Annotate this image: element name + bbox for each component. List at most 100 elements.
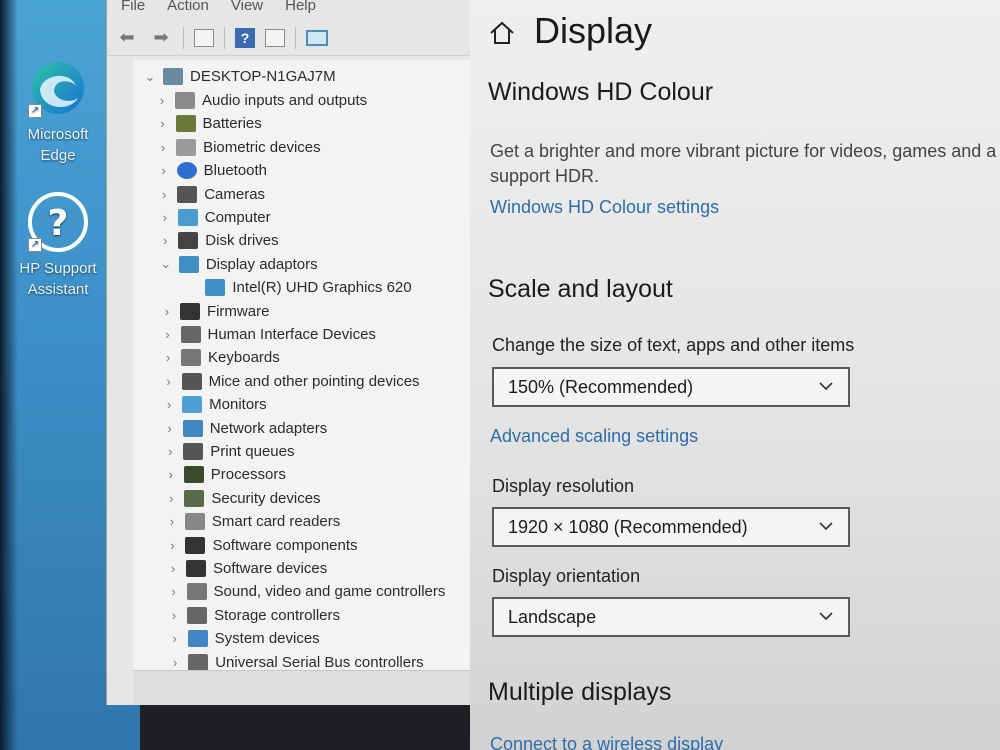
chevron-right-icon[interactable]: › — [167, 608, 181, 623]
help-icon[interactable]: ? — [235, 27, 255, 48]
device-manager-window: File Action View Help ⬅ ➡ ? ⌄ DESKTOP-N1… — [106, 0, 471, 705]
chevron-right-icon[interactable]: › — [158, 233, 172, 248]
help-question-icon: ? ↗ — [26, 190, 90, 254]
tree-root[interactable]: ⌄ DESKTOP-N1GAJ7M — [143, 65, 336, 88]
desktop-shortcut-edge[interactable]: ↗ Microsoft Edge — [10, 56, 106, 166]
desktop-shortcut-hp-support[interactable]: ? ↗ HP Support Assistant — [10, 190, 106, 300]
tree-category-item[interactable]: › Mice and other pointing devices — [162, 370, 420, 393]
tree-category-item[interactable]: › Software devices — [166, 557, 327, 580]
chevron-right-icon[interactable]: › — [158, 210, 172, 225]
wireless-display-link[interactable]: Connect to a wireless display — [490, 734, 723, 750]
tree-item-label: Human Interface Devices — [207, 326, 376, 343]
printer-icon — [183, 443, 204, 460]
chevron-right-icon[interactable]: › — [157, 187, 171, 202]
menu-help[interactable]: Help — [285, 0, 316, 18]
home-icon[interactable] — [488, 20, 516, 46]
tree-category-item[interactable]: › Smart card readers — [165, 510, 340, 533]
software-device-icon — [186, 560, 206, 577]
chevron-right-icon[interactable]: › — [164, 467, 178, 482]
chevron-right-icon[interactable]: › — [161, 350, 175, 365]
display-adapter-icon — [205, 279, 226, 297]
size-label: Change the size of text, apps and other … — [492, 335, 855, 355]
tree-category-item[interactable]: › Universal Serial Bus controllers — [168, 651, 424, 670]
tree-category-item[interactable]: › System devices — [168, 627, 320, 650]
hdr-description-line: Get a brighter and more vibrant picture … — [490, 141, 997, 161]
tree-category-item[interactable]: › Software components — [165, 534, 358, 557]
smart-card-icon — [184, 513, 205, 531]
tree-category-item[interactable]: › Processors — [164, 463, 286, 486]
tree-item-label: Audio inputs and outputs — [202, 92, 368, 109]
tree-item-label: Smart card readers — [211, 513, 341, 531]
tree-category-item[interactable]: › Audio inputs and outputs — [155, 89, 367, 112]
tree-category-item[interactable]: › Firmware — [160, 300, 269, 323]
menu-view[interactable]: View — [231, 0, 263, 18]
monitor-icon — [182, 396, 203, 414]
fingerprint-icon — [176, 138, 197, 156]
security-icon — [184, 489, 205, 507]
chevron-right-icon[interactable]: › — [167, 584, 181, 599]
chevron-right-icon[interactable]: › — [168, 655, 182, 670]
chevron-right-icon[interactable]: › — [168, 631, 182, 646]
tree-category-item[interactable]: ⌄ Display adaptors — [159, 253, 318, 276]
chevron-right-icon[interactable]: › — [162, 397, 176, 412]
tree-category-item[interactable]: › Keyboards — [161, 346, 280, 369]
chevron-right-icon[interactable]: › — [163, 444, 177, 459]
chevron-right-icon[interactable]: › — [165, 514, 179, 529]
tree-category-item[interactable]: › Security devices — [164, 487, 321, 510]
tree-category-item[interactable]: › Batteries — [156, 112, 262, 135]
chevron-right-icon[interactable]: › — [164, 491, 178, 506]
tree-item-label: Software components — [212, 536, 358, 554]
chevron-right-icon[interactable]: › — [162, 374, 176, 389]
tree-category-item[interactable]: › Network adapters — [163, 417, 327, 440]
chevron-right-icon[interactable]: › — [155, 93, 169, 108]
tree-category-item[interactable]: › Biometric devices — [156, 136, 321, 159]
chevron-right-icon[interactable]: › — [165, 538, 179, 553]
resolution-dropdown[interactable]: 1920 × 1080 (Recommended) — [492, 507, 850, 547]
tree-category-item[interactable]: › Cameras — [157, 183, 265, 206]
tree-category-item[interactable]: › Disk drives — [158, 229, 279, 252]
chevron-down-icon — [819, 382, 833, 391]
chevron-right-icon[interactable]: › — [163, 421, 177, 436]
chevron-down-icon[interactable]: ⌄ — [159, 256, 173, 272]
tree-category-item[interactable]: › Sound, video and game controllers — [167, 580, 446, 603]
tree-category-item[interactable]: › Human Interface Devices — [161, 323, 376, 346]
storage-icon — [187, 606, 208, 624]
tree-device-item[interactable]: Intel(R) UHD Graphics 620 — [205, 276, 412, 299]
device-tree: ⌄ DESKTOP-N1GAJ7M › Audio inputs and outp… — [133, 60, 471, 670]
status-bar — [133, 670, 471, 705]
monitor-icon[interactable] — [306, 29, 328, 46]
tree-category-item[interactable]: › Print queues — [163, 440, 294, 463]
chevron-right-icon[interactable]: › — [166, 561, 180, 576]
back-arrow-icon[interactable]: ⬅ — [115, 27, 139, 49]
chevron-right-icon[interactable]: › — [156, 116, 170, 131]
desktop-shortcut-label: HP Support Assistant — [19, 260, 97, 298]
tree-item-label: Intel(R) UHD Graphics 620 — [232, 279, 412, 297]
menu-file[interactable]: File — [121, 0, 145, 18]
tree-category-item[interactable]: › Monitors — [162, 393, 267, 416]
chevron-right-icon[interactable]: › — [161, 327, 175, 342]
tree-category-item[interactable]: › Computer — [158, 206, 271, 229]
advanced-scaling-link[interactable]: Advanced scaling settings — [490, 426, 698, 447]
details-icon[interactable] — [265, 28, 285, 47]
chevron-right-icon[interactable]: › — [160, 304, 174, 319]
menu-action[interactable]: Action — [167, 0, 209, 18]
scale-dropdown[interactable]: 150% (Recommended) — [492, 367, 850, 407]
chevron-right-icon[interactable]: › — [156, 140, 170, 155]
tree-item-label: Mice and other pointing devices — [208, 372, 420, 390]
chevron-down-icon[interactable]: ⌄ — [143, 69, 157, 85]
network-icon — [182, 419, 203, 437]
tree-item-label: Processors — [210, 466, 286, 484]
tree-item-label: Sound, video and game controllers — [213, 583, 446, 601]
tree-category-item[interactable]: › Bluetooth — [157, 159, 267, 182]
tree-item-label: Keyboards — [208, 349, 280, 367]
orientation-dropdown-value: Landscape — [508, 606, 597, 627]
orientation-dropdown[interactable]: Landscape — [492, 597, 850, 637]
properties-icon[interactable] — [194, 28, 214, 47]
hdr-settings-link[interactable]: Windows HD Colour settings — [490, 197, 719, 218]
tree-item-label: Bluetooth — [203, 162, 268, 180]
forward-arrow-icon[interactable]: ➡ — [149, 27, 173, 49]
hid-icon — [180, 326, 201, 343]
firmware-icon — [179, 302, 200, 320]
tree-category-item[interactable]: › Storage controllers — [167, 604, 340, 627]
chevron-right-icon[interactable]: › — [157, 163, 171, 178]
